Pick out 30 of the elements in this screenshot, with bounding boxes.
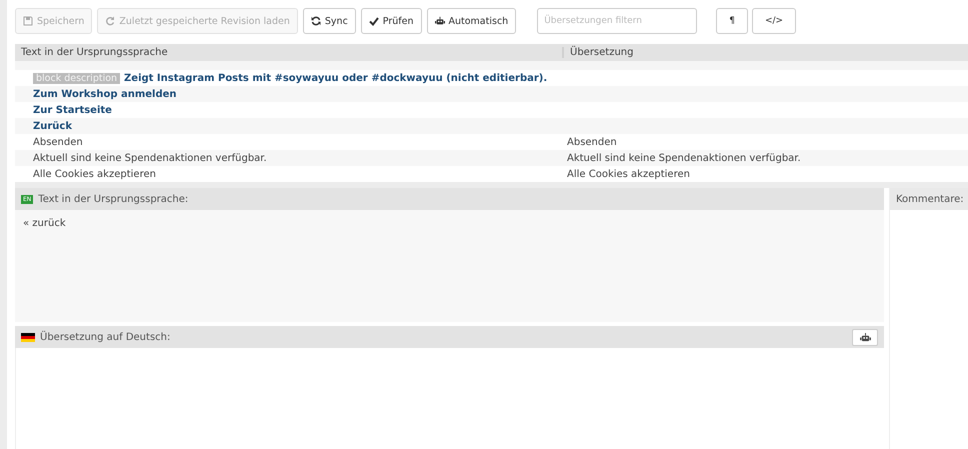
source-text[interactable]: Zurück [33, 120, 72, 132]
block-tag: block description [33, 72, 120, 84]
translation-text[interactable]: Aktuell sind keine Spendenaktionen verfügbar. [567, 152, 801, 164]
source-content: « zurück [23, 218, 66, 229]
source-text[interactable]: Absenden [33, 136, 83, 148]
sync-icon [310, 16, 321, 26]
source-text[interactable]: Aktuell sind keine Spendenaktionen verfügbar. [33, 152, 267, 164]
auto-translate-button[interactable] [852, 328, 878, 346]
source-text[interactable]: Alle Cookies akzeptieren [33, 168, 156, 180]
source-title: Text in der Ursprungssprache: [38, 194, 188, 204]
toolbar-button[interactable]: Prüfen [360, 8, 422, 34]
translation-text[interactable]: Alle Cookies akzeptieren [567, 168, 690, 180]
column-header: Text in der Ursprungssprache [20, 47, 169, 58]
source-text[interactable]: Zeigt Instagram Posts mit #soywayuu oder #dockwayuu (nicht editierbar). [124, 72, 548, 84]
undo-icon [105, 16, 116, 26]
toolbar-button[interactable]: Automatisch [426, 8, 516, 34]
format-button[interactable]: </> [752, 8, 796, 34]
translation-text[interactable]: Absenden [567, 136, 617, 148]
toolbar-button[interactable]: Sync [302, 8, 356, 34]
translation-title: Übersetzung auf Deutsch: [40, 332, 170, 342]
robot-icon [434, 16, 444, 26]
source-text[interactable]: Zur Startseite [33, 104, 112, 116]
robot-icon [860, 332, 870, 342]
source-text[interactable]: Zum Workshop anmelden [33, 88, 177, 100]
flag-icon [21, 332, 35, 342]
check-icon [368, 16, 379, 26]
comments-title: Kommentare: [890, 188, 968, 210]
column-header: Übersetzung [562, 47, 634, 58]
save-icon [23, 16, 33, 26]
format-button[interactable]: ¶ [716, 8, 748, 34]
